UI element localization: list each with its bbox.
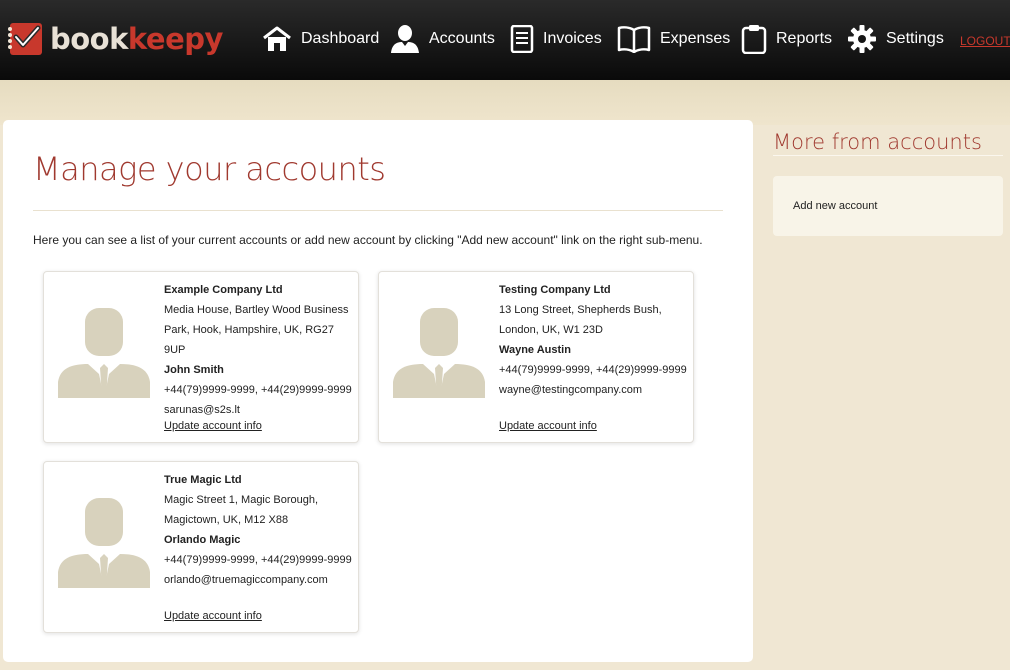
update-account-link[interactable]: Update account info [164, 610, 262, 622]
phone-numbers: +44(79)9999-9999, +44(29)9999-9999 [164, 384, 352, 396]
page-title: Manage your accounts [33, 150, 386, 188]
clipboard-icon [741, 25, 767, 54]
account-details: Example Company Ltd Media House, Bartley… [164, 280, 358, 420]
account-details: True Magic Ltd Magic Street 1, Magic Bor… [164, 470, 352, 590]
nav-dashboard[interactable]: Dashboard [262, 20, 379, 58]
nav-settings[interactable]: Settings [847, 20, 944, 58]
document-icon [510, 25, 534, 53]
update-account-link[interactable]: Update account info [164, 420, 262, 432]
gear-icon [848, 25, 876, 53]
logout-link[interactable]: LOGOUT [960, 34, 1010, 48]
intro-text: Here you can see a list of your current … [33, 233, 703, 247]
company-name: Testing Company Ltd [499, 284, 611, 296]
email-address: sarunas@s2s.lt [164, 404, 240, 416]
account-card: True Magic Ltd Magic Street 1, Magic Bor… [43, 461, 359, 633]
update-account-link[interactable]: Update account info [499, 420, 597, 432]
phone-numbers: +44(79)9999-9999, +44(29)9999-9999 [499, 364, 687, 376]
nav-invoices-label: Invoices [543, 30, 602, 47]
account-card: Example Company Ltd Media House, Bartley… [43, 271, 359, 443]
account-details: Testing Company Ltd 13 Long Street, Shep… [499, 280, 687, 400]
person-icon [391, 25, 419, 53]
brand-name: bookkeepy [50, 22, 223, 56]
nav-settings-label: Settings [886, 30, 944, 47]
avatar-placeholder-icon [393, 308, 485, 398]
address-line-1: 13 Long Street, Shepherds Bush, [499, 304, 662, 316]
house-icon [263, 26, 291, 51]
open-book-icon [617, 26, 651, 53]
nav-reports[interactable]: Reports [741, 20, 832, 58]
add-new-account-link[interactable]: Add new account [793, 200, 877, 212]
nav-expenses[interactable]: Expenses [617, 20, 730, 58]
nav-reports-label: Reports [776, 30, 833, 47]
top-navigation-bar: bookkeepy Dashboard Accounts Invoices Ex… [0, 0, 1010, 80]
avatar-placeholder-icon [58, 308, 150, 398]
avatar-placeholder-icon [58, 498, 150, 588]
nav-invoices[interactable]: Invoices [510, 20, 602, 58]
address-line-2: London, UK, W1 23D [499, 324, 603, 336]
brand-name-part-2: keepy [127, 22, 224, 56]
contact-name: Wayne Austin [499, 344, 571, 356]
title-divider [33, 210, 723, 211]
address-line-1: Media House, Bartley Wood Business [164, 304, 349, 316]
email-address: orlando@truemagiccompany.com [164, 574, 328, 586]
contact-name: Orlando Magic [164, 534, 241, 546]
nav-accounts-label: Accounts [429, 30, 495, 47]
nav-accounts[interactable]: Accounts [390, 20, 495, 58]
address-line-2: Park, Hook, Hampshire, UK, RG27 9UP [164, 324, 334, 356]
company-name: Example Company Ltd [164, 284, 283, 296]
brand-logo[interactable]: bookkeepy [6, 16, 223, 62]
address-line-2: Magictown, UK, M12 X88 [164, 514, 289, 526]
sidebar-title: More from accounts [773, 130, 982, 154]
main-content-panel: Manage your accounts Here you can see a … [3, 120, 753, 662]
address-line-1: Magic Street 1, Magic Borough, [164, 494, 319, 506]
sidebar-divider [773, 155, 1003, 156]
company-name: True Magic Ltd [164, 474, 242, 486]
logo-notebook-check-icon [8, 23, 42, 55]
email-address: wayne@testingcompany.com [499, 384, 643, 396]
account-card: Testing Company Ltd 13 Long Street, Shep… [378, 271, 694, 443]
phone-numbers: +44(79)9999-9999, +44(29)9999-9999 [164, 554, 352, 566]
contact-name: John Smith [164, 364, 224, 376]
brand-name-part-1: book [50, 22, 128, 56]
header-band [0, 80, 1010, 125]
nav-dashboard-label: Dashboard [301, 30, 380, 47]
sidebar-menu: Add new account [773, 176, 1003, 236]
nav-expenses-label: Expenses [660, 30, 731, 47]
